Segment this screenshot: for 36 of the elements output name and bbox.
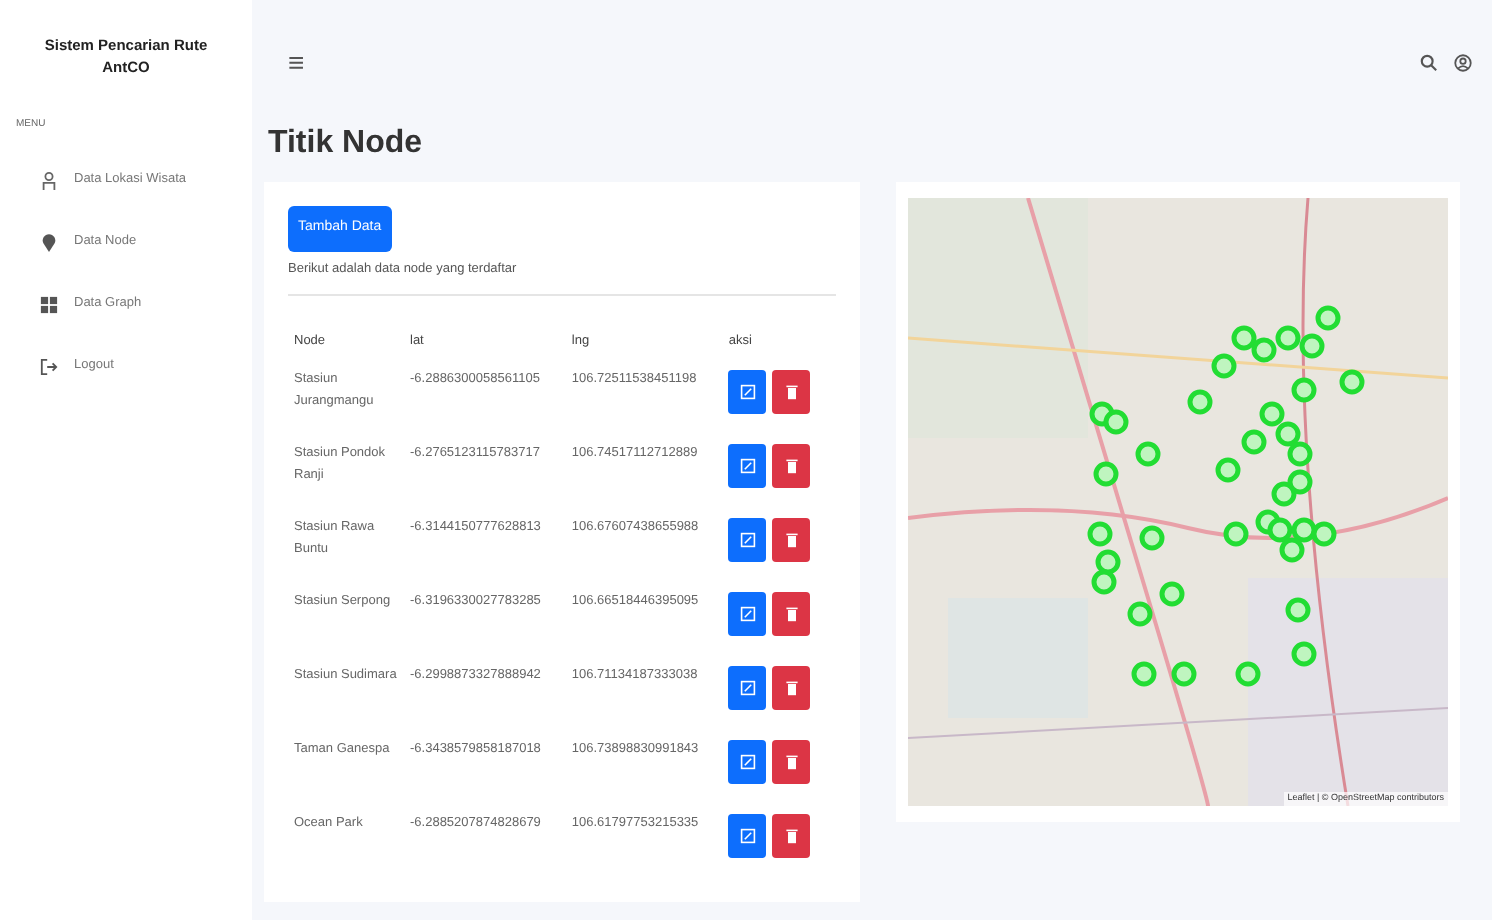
page-title: Titik Node: [268, 124, 425, 163]
edit-button[interactable]: [728, 592, 767, 637]
search-icon[interactable]: [1420, 53, 1438, 71]
user-icon[interactable]: [1454, 53, 1472, 71]
delete-button[interactable]: [772, 444, 811, 489]
delete-button[interactable]: [772, 666, 811, 711]
trash-icon: [783, 754, 800, 771]
edit-button[interactable]: [728, 518, 767, 563]
edit-icon: [739, 606, 756, 623]
edit-button[interactable]: [728, 740, 767, 785]
trash-icon: [783, 532, 800, 549]
edit-icon: [739, 754, 756, 771]
trash-icon: [783, 828, 800, 845]
pin-icon: [40, 233, 58, 251]
logout-icon: [40, 357, 58, 375]
delete-button[interactable]: [772, 814, 811, 859]
delete-button[interactable]: [772, 740, 811, 785]
edit-button[interactable]: [728, 814, 767, 859]
edit-button[interactable]: [728, 444, 767, 489]
delete-button[interactable]: [772, 592, 811, 637]
grid-icon: [40, 295, 58, 313]
trash-icon: [783, 606, 800, 623]
delete-button[interactable]: [772, 518, 811, 563]
person-icon: [40, 171, 58, 189]
trash-icon: [783, 458, 800, 475]
edit-icon: [739, 828, 756, 845]
edit-button[interactable]: [728, 666, 767, 711]
delete-button[interactable]: [772, 370, 811, 415]
edit-icon: [739, 458, 756, 475]
trash-icon: [783, 680, 800, 697]
menu-button[interactable]: ≡: [288, 48, 305, 76]
edit-icon: [739, 680, 756, 697]
edit-icon: [739, 532, 756, 549]
edit-icon: [739, 384, 756, 401]
trash-icon: [783, 384, 800, 401]
edit-button[interactable]: [728, 370, 767, 415]
